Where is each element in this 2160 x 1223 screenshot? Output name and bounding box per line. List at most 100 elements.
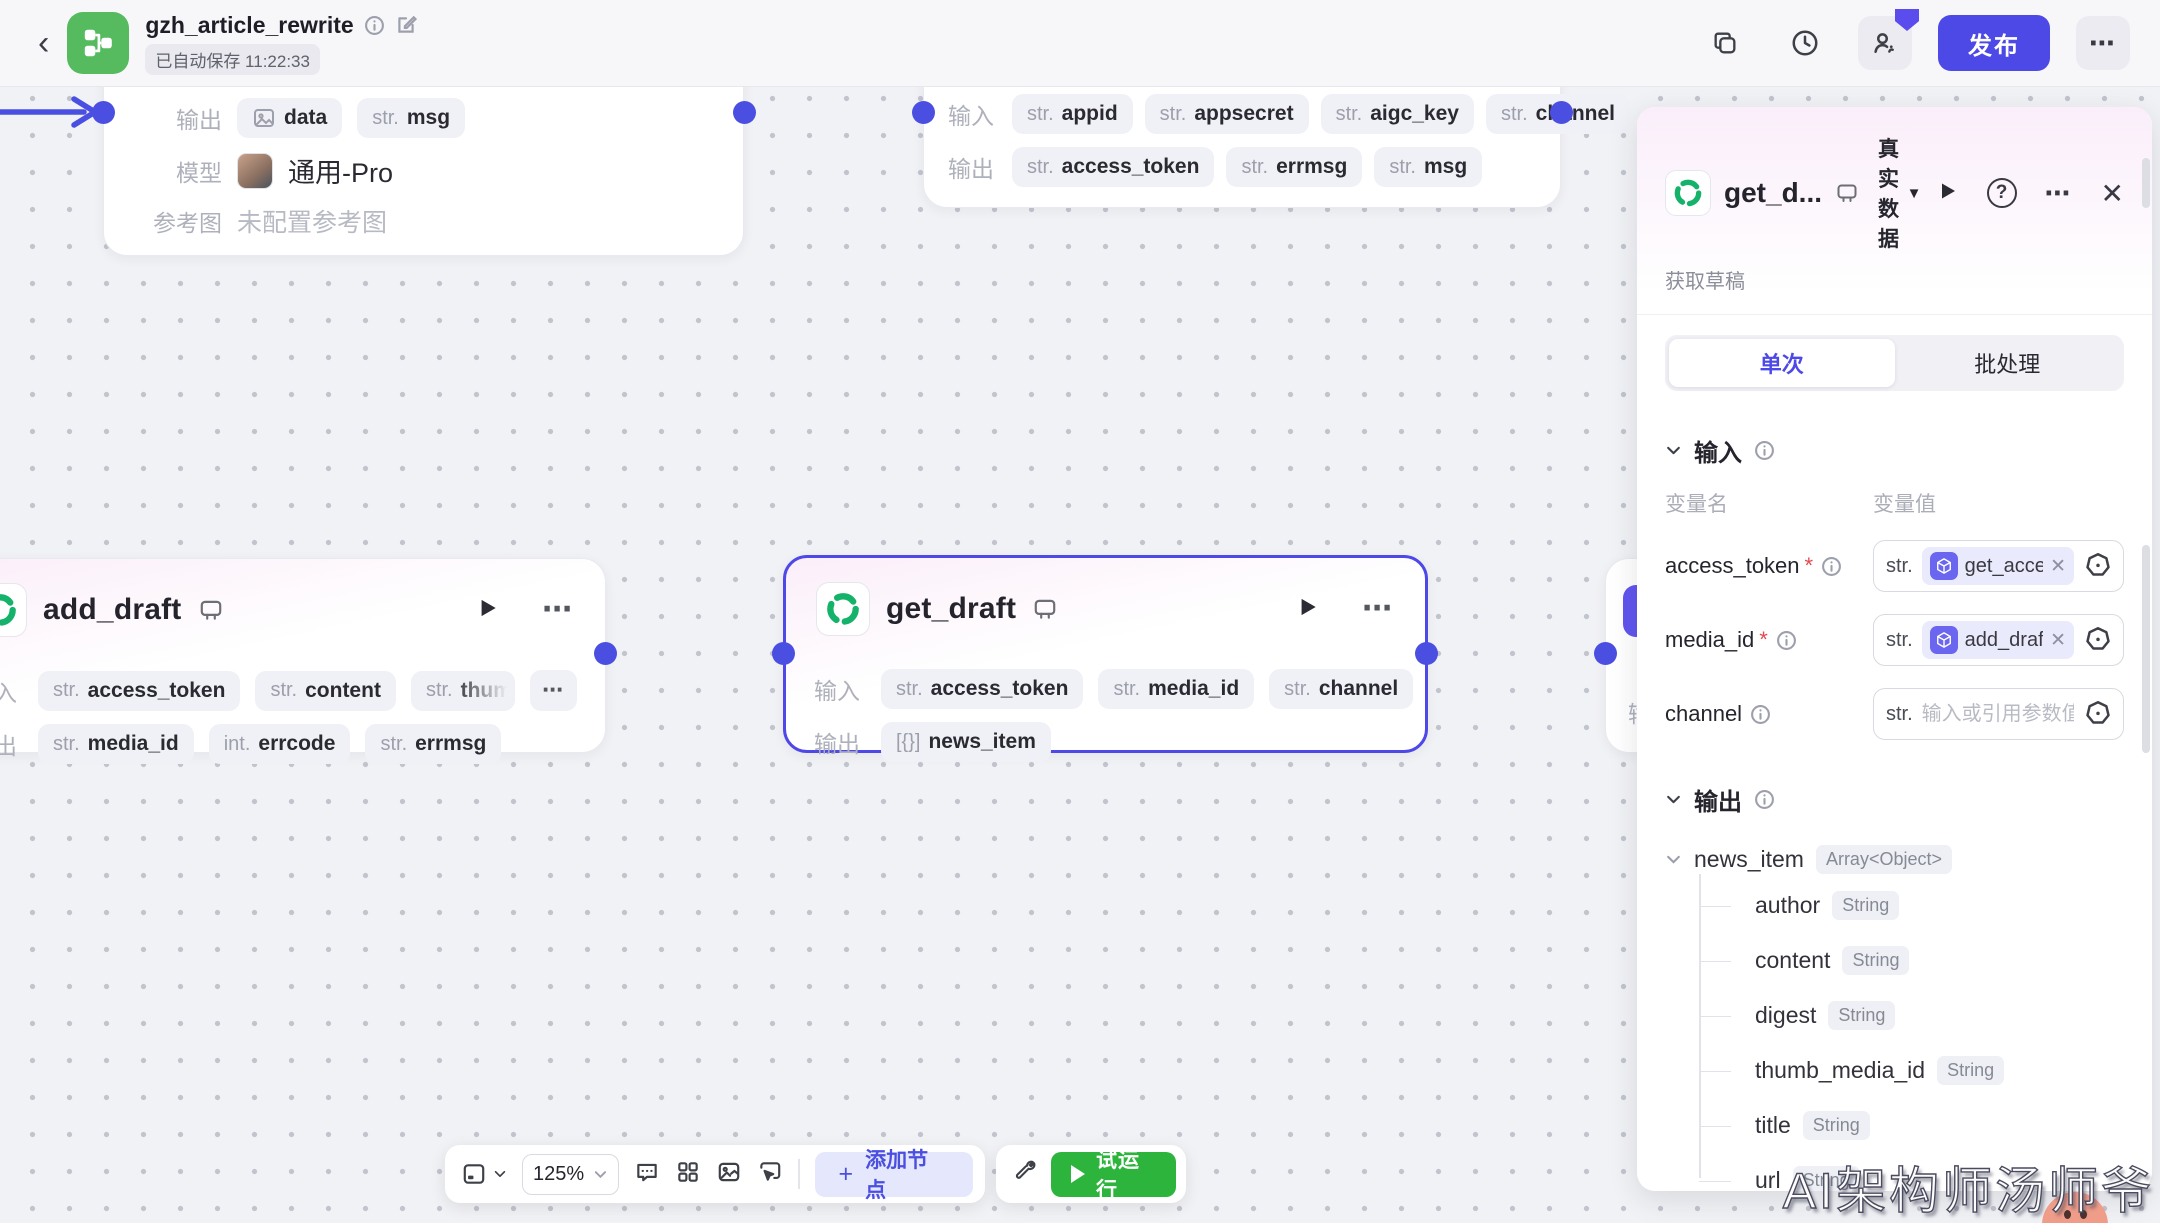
panel-run-button[interactable] bbox=[1935, 179, 1959, 208]
chevron-down-icon[interactable] bbox=[1665, 442, 1682, 459]
param-chip[interactable]: str.errmsg bbox=[1226, 147, 1362, 187]
panel-scrollbar[interactable] bbox=[2142, 158, 2150, 208]
port-get-draft-in[interactable] bbox=[772, 642, 795, 665]
param-chip[interactable]: str.appid bbox=[1012, 94, 1133, 134]
caret-down-icon: ▼ bbox=[1907, 185, 1922, 202]
port-get-draft-out[interactable] bbox=[1415, 642, 1438, 665]
row-label: 输出 bbox=[948, 150, 1000, 184]
param-chip-object[interactable]: [{}]news_item bbox=[881, 722, 1051, 762]
node-title: add_draft bbox=[43, 593, 182, 627]
zoom-select[interactable]: 125% bbox=[522, 1154, 619, 1195]
autosave-badge: 已自动保存 11:22:33 bbox=[145, 44, 320, 75]
port-llm-out[interactable] bbox=[733, 101, 756, 124]
reference-chip[interactable]: add_draft - me... ✕ bbox=[1922, 621, 2074, 659]
node-get-draft[interactable]: get_draft ⋯ 输入 str.access_token str.medi… bbox=[783, 555, 1428, 753]
back-button[interactable]: ‹ bbox=[38, 26, 49, 60]
param-chip[interactable]: str.errmsg bbox=[365, 724, 501, 764]
channel-input[interactable] bbox=[1922, 703, 2074, 726]
ref-image-value: 未配置参考图 bbox=[237, 203, 387, 239]
workflow-app-icon bbox=[67, 12, 129, 74]
collaboration-button[interactable] bbox=[1858, 16, 1912, 70]
param-chip[interactable]: str.access_token bbox=[1012, 147, 1214, 187]
param-chip-truncated[interactable]: str.thumb_me bbox=[411, 671, 515, 711]
param-chip[interactable]: str.access_token bbox=[38, 671, 240, 711]
reference-chip[interactable]: get_access_t... - ✕ bbox=[1922, 547, 2074, 585]
value-field[interactable]: str. bbox=[1873, 688, 2124, 740]
data-mode-dropdown[interactable]: 真实数据▼ bbox=[1878, 133, 1922, 253]
param-chip[interactable]: str.access_token bbox=[881, 669, 1083, 709]
layout-button[interactable] bbox=[675, 1159, 701, 1190]
param-chip[interactable]: str.aigc_key bbox=[1321, 94, 1474, 134]
test-run-button[interactable]: 试运行 bbox=[1051, 1152, 1176, 1197]
panel-more-button[interactable]: ⋯ bbox=[2045, 178, 2073, 209]
port-add-draft-out[interactable] bbox=[594, 642, 617, 665]
param-chip[interactable]: str.msg bbox=[1374, 147, 1482, 187]
reference-selector-icon[interactable] bbox=[2083, 625, 2113, 655]
node-more-button[interactable]: ⋯ bbox=[1362, 599, 1395, 619]
param-overflow-button[interactable]: ⋯ bbox=[530, 670, 577, 711]
row-label: 输入 bbox=[0, 674, 23, 708]
chevron-down-icon[interactable] bbox=[1665, 791, 1682, 808]
node-run-button[interactable] bbox=[1294, 594, 1320, 625]
reference-selector-icon[interactable] bbox=[2083, 551, 2113, 581]
minimap-toggle[interactable] bbox=[461, 1161, 507, 1187]
run-config-button[interactable] bbox=[1012, 1159, 1037, 1189]
port-token-out[interactable] bbox=[1550, 101, 1573, 124]
param-chip-msg[interactable]: str. msg bbox=[357, 98, 465, 138]
type-badge: Array<Object> bbox=[1816, 845, 1952, 874]
panel-header: get_d... 真实数据▼ ? ⋯ ✕ 获取草稿 bbox=[1637, 107, 2152, 315]
comment-button[interactable] bbox=[634, 1159, 660, 1190]
param-chip[interactable]: int.errcode bbox=[209, 724, 351, 764]
plugin-node-icon bbox=[0, 583, 27, 637]
port-token-in[interactable] bbox=[912, 101, 935, 124]
input-row-media-id: media_id* str. add_draft - me... ✕ bbox=[1665, 614, 2124, 666]
input-section: 输入 变量名 变量值 access_token* str. get_access… bbox=[1637, 433, 2152, 740]
output-tree-root[interactable]: news_item Array<Object> bbox=[1665, 845, 2124, 874]
publish-button[interactable]: 发布 bbox=[1938, 15, 2050, 71]
info-icon bbox=[1754, 440, 1775, 461]
plugin-icon bbox=[198, 597, 224, 623]
param-chip[interactable]: str.media_id bbox=[1098, 669, 1254, 709]
reference-selector-icon[interactable] bbox=[2083, 699, 2113, 729]
info-icon[interactable] bbox=[364, 15, 385, 36]
run-mode-tabs: 单次 批处理 bbox=[1665, 335, 2124, 391]
edit-icon[interactable] bbox=[395, 14, 417, 36]
history-button[interactable] bbox=[1778, 16, 1832, 70]
duplicate-button[interactable] bbox=[1698, 16, 1752, 70]
param-chip[interactable]: str.appsecret bbox=[1145, 94, 1309, 134]
input-row-access-token: access_token* str. get_access_t... - ✕ bbox=[1665, 540, 2124, 592]
type-badge: String bbox=[1937, 1056, 2004, 1085]
node-add-draft[interactable]: add_draft ⋯ 输入 str.access_token str.cont… bbox=[0, 558, 606, 753]
port-llm-in[interactable] bbox=[92, 101, 115, 124]
header-more-button[interactable]: ⋯ bbox=[2076, 16, 2130, 70]
divider bbox=[798, 1159, 800, 1189]
type-badge: String bbox=[1832, 891, 1899, 920]
variable-cube-icon bbox=[1930, 626, 1958, 654]
row-label: 输出 bbox=[814, 725, 866, 759]
add-node-button[interactable]: + 添加节点 bbox=[815, 1152, 973, 1197]
export-image-button[interactable] bbox=[716, 1159, 742, 1190]
row-label: 模型 bbox=[132, 154, 222, 188]
port-next-node-in[interactable] bbox=[1594, 642, 1617, 665]
model-name: 通用-Pro bbox=[288, 151, 393, 190]
remove-reference-icon[interactable]: ✕ bbox=[2050, 629, 2066, 652]
chevron-down-icon[interactable] bbox=[1665, 851, 1682, 868]
param-chip[interactable]: str.channel bbox=[1269, 669, 1413, 709]
select-mode-button[interactable] bbox=[757, 1159, 783, 1190]
param-chip-data[interactable]: data bbox=[237, 98, 342, 138]
remove-reference-icon[interactable]: ✕ bbox=[2050, 555, 2066, 578]
panel-scrollbar[interactable] bbox=[2142, 545, 2150, 753]
close-icon[interactable]: ✕ bbox=[2101, 177, 2124, 210]
value-field[interactable]: str. add_draft - me... ✕ bbox=[1873, 614, 2124, 666]
tab-single[interactable]: 单次 bbox=[1669, 339, 1895, 387]
row-label: 输出 bbox=[0, 727, 23, 761]
tab-batch[interactable]: 批处理 bbox=[1895, 339, 2121, 387]
help-icon[interactable]: ? bbox=[1987, 178, 2017, 208]
param-chip[interactable]: str.content bbox=[255, 671, 396, 711]
value-field[interactable]: str. get_access_t... - ✕ bbox=[1873, 540, 2124, 592]
chevron-down-icon bbox=[593, 1167, 608, 1182]
node-config-panel: get_d... 真实数据▼ ? ⋯ ✕ 获取草稿 单次 批处理 bbox=[1637, 107, 2152, 1191]
node-more-button[interactable]: ⋯ bbox=[542, 600, 575, 620]
node-run-button[interactable] bbox=[474, 595, 500, 626]
param-chip[interactable]: str.media_id bbox=[38, 724, 194, 764]
